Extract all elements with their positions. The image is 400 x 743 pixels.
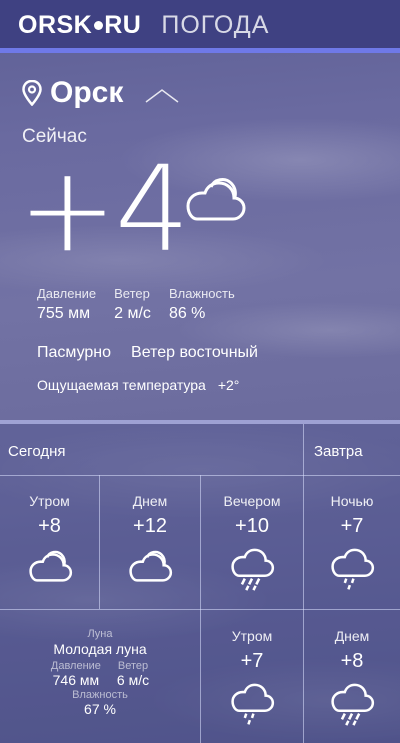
forecast-divider xyxy=(0,420,400,424)
wind-direction-text: Ветер восточный xyxy=(131,344,258,361)
moon-wind-value: 6 м/с xyxy=(116,672,150,688)
moon-humidity-value: 67 % xyxy=(84,701,116,717)
today-label: Сегодня xyxy=(8,443,66,460)
period-temp: +7 xyxy=(340,515,364,537)
condition-text: Пасмурно xyxy=(37,344,112,361)
moon-pressure: Давление 746 мм xyxy=(51,660,101,688)
wind-label: Ветер xyxy=(114,286,150,301)
period-temp: +12 xyxy=(133,515,167,537)
period-temp: +8 xyxy=(38,515,61,537)
moon-humidity-label: Влажность xyxy=(72,689,128,701)
moon-phase: Молодая луна xyxy=(53,641,147,657)
logo[interactable]: ORSK RU xyxy=(18,11,141,40)
current-stats: Давление 755 мм Ветер 2 м/с Влажность 86… xyxy=(37,286,253,323)
forecast-cell-night: Ночью +7 xyxy=(304,493,400,592)
moon-wind: Ветер 6 м/с xyxy=(117,660,149,688)
tomorrow-label: Завтра xyxy=(314,443,363,460)
rain-cloud-icon xyxy=(331,548,375,590)
period-label: Днем xyxy=(334,628,370,644)
pressure-label: Давление xyxy=(37,286,97,301)
wind-value: 2 м/с xyxy=(114,305,151,322)
pressure-value: 755 мм xyxy=(37,305,91,322)
period-label: Утром xyxy=(29,493,70,509)
moon-wind-label: Ветер xyxy=(117,660,149,672)
moon-pressure-label: Давление xyxy=(50,660,101,672)
city-name: Орск xyxy=(50,76,124,109)
app-header: ORSK RU ПОГОДА xyxy=(0,0,400,50)
moon-pressure-value: 746 мм xyxy=(52,672,100,688)
feels-like-label: Ощущаемая температура xyxy=(37,377,206,393)
period-label: Ночью xyxy=(330,493,374,509)
forecast-cell-evening: Вечером +10 xyxy=(201,493,303,592)
city-selector[interactable]: Орск xyxy=(22,76,179,110)
cloud-icon xyxy=(186,178,246,221)
period-temp: +10 xyxy=(235,515,269,537)
moon-stats: Давление 746 мм Ветер 6 м/с xyxy=(0,660,200,688)
cloud-icon xyxy=(28,550,72,582)
moon-label: Луна xyxy=(87,628,113,640)
period-label: Вечером xyxy=(223,493,281,509)
tomorrow-cell-morning: Утром +7 xyxy=(201,628,303,727)
period-temp: +7 xyxy=(240,650,264,672)
humidity-value: 86 % xyxy=(168,305,206,322)
location-pin-icon xyxy=(22,80,42,106)
conditions: Пасмурно Ветер восточный xyxy=(37,344,258,362)
period-label: Днем xyxy=(132,493,168,509)
chevron-up-icon[interactable] xyxy=(145,88,179,104)
feels-like-value: +2° xyxy=(217,377,240,393)
feels-like: Ощущаемая температура +2° xyxy=(37,377,239,393)
pressure-stat: Давление 755 мм xyxy=(37,286,96,323)
wind-stat: Ветер 2 м/с xyxy=(114,286,151,323)
rain-cloud-icon xyxy=(231,548,275,591)
rain-cloud-icon xyxy=(231,683,275,725)
cloud-icon xyxy=(129,550,173,582)
moon-info: Луна Молодая луна Давление 746 мм Ветер … xyxy=(0,628,200,717)
tomorrow-cell-day: Днем +8 xyxy=(304,628,400,727)
current-temperature: +4 xyxy=(18,140,190,278)
forecast-cell-day: Днем +12 xyxy=(100,493,200,584)
humidity-label: Влажность xyxy=(168,286,235,301)
section-title: ПОГОДА xyxy=(161,10,270,39)
humidity-stat: Влажность 86 % xyxy=(169,286,235,323)
header-accent-line xyxy=(0,48,400,53)
period-temp: +8 xyxy=(340,650,364,672)
forecast-cell-morning: Утром +8 xyxy=(0,493,99,584)
rain-cloud-icon xyxy=(331,683,375,726)
period-label: Утром xyxy=(231,628,273,644)
